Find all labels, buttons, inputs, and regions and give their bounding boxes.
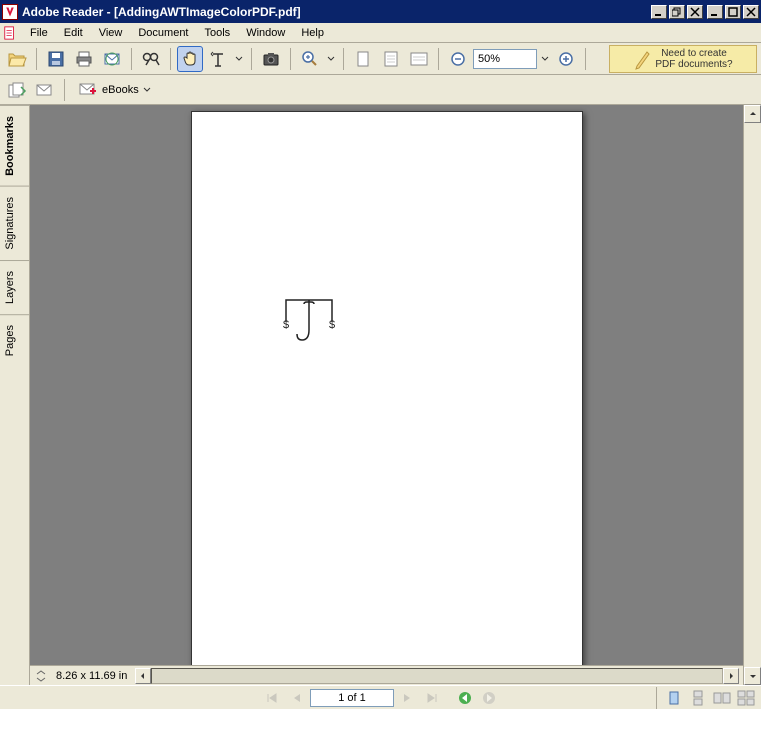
ebooks-button[interactable]: eBooks — [71, 78, 158, 102]
mdi-restore-button[interactable] — [669, 5, 685, 19]
select-dropdown[interactable] — [233, 56, 245, 62]
window-controls — [707, 5, 759, 19]
page-dimensions: 8.26 x 11.69 in — [48, 670, 135, 682]
menu-file[interactable]: File — [22, 25, 56, 41]
fit-page-button[interactable] — [378, 46, 404, 72]
zoom-in-button[interactable] — [297, 46, 323, 72]
prev-view-button[interactable] — [454, 688, 476, 708]
maximize-button[interactable] — [725, 5, 741, 19]
separator — [438, 48, 439, 70]
menu-edit[interactable]: Edit — [56, 25, 91, 41]
continuous-facing-button[interactable] — [735, 688, 757, 708]
document-viewport[interactable]: $ $ — [30, 105, 743, 665]
save-button[interactable] — [43, 46, 69, 72]
next-page-button[interactable] — [396, 688, 418, 708]
select-text-button[interactable] — [205, 46, 231, 72]
main-area: Bookmarks Signatures Layers Pages $ $ 8.… — [0, 105, 761, 685]
separator — [251, 48, 252, 70]
tab-layers[interactable]: Layers — [0, 260, 29, 314]
pencil-icon — [633, 48, 651, 70]
menubar: File Edit View Document Tools Window Hel… — [0, 23, 761, 43]
document-area: $ $ 8.26 x 11.69 in — [30, 105, 743, 685]
hscroll-track[interactable] — [151, 668, 723, 684]
separator — [656, 687, 657, 709]
separator — [64, 79, 65, 101]
titlebar: Adobe Reader - [AddingAWTImageColorPDF.p… — [0, 0, 761, 23]
vertical-scrollbar — [743, 105, 761, 685]
svg-text:$: $ — [328, 319, 334, 331]
menu-view[interactable]: View — [91, 25, 131, 41]
snapshot-button[interactable] — [258, 46, 284, 72]
page-nav-bar — [0, 685, 761, 709]
vscroll-track[interactable] — [744, 123, 761, 667]
tab-bookmarks[interactable]: Bookmarks — [0, 105, 29, 186]
hscroll-left-button[interactable] — [135, 668, 151, 684]
vscroll-down-button[interactable] — [744, 667, 761, 685]
window-title: Adobe Reader - [AddingAWTImageColorPDF.p… — [22, 5, 651, 19]
hscroll-right-button[interactable] — [723, 668, 739, 684]
menu-window[interactable]: Window — [238, 25, 293, 41]
zoom-in-plus-button[interactable] — [553, 46, 579, 72]
continuous-button[interactable] — [687, 688, 709, 708]
mdi-close-button[interactable] — [687, 5, 703, 19]
page-number-input[interactable] — [310, 689, 394, 707]
first-page-button[interactable] — [262, 688, 284, 708]
minimize-button[interactable] — [707, 5, 723, 19]
tab-signatures[interactable]: Signatures — [0, 186, 29, 260]
separator — [290, 48, 291, 70]
chevron-down-icon — [143, 87, 151, 93]
separator — [343, 48, 344, 70]
zoom-input[interactable] — [473, 49, 537, 69]
separator — [585, 48, 586, 70]
ebooks-icon — [78, 81, 98, 99]
print-button[interactable] — [71, 46, 97, 72]
prev-page-button[interactable] — [286, 688, 308, 708]
page: $ $ — [191, 111, 583, 665]
app-icon — [2, 4, 18, 20]
zoom-in-dropdown[interactable] — [325, 56, 337, 62]
single-page-button[interactable] — [663, 688, 685, 708]
zoom-value-dropdown[interactable] — [539, 56, 551, 62]
open-button[interactable] — [4, 46, 30, 72]
close-button[interactable] — [743, 5, 759, 19]
separator — [131, 48, 132, 70]
secondary-toolbar: eBooks — [0, 75, 761, 105]
ebooks-label: eBooks — [102, 84, 139, 96]
promo-line2: PDF documents? — [655, 59, 732, 70]
page-content-graphic: $ $ — [280, 296, 340, 346]
mdi-minimize-button[interactable] — [651, 5, 667, 19]
main-toolbar: Need to create PDF documents? — [0, 43, 761, 75]
menu-help[interactable]: Help — [293, 25, 332, 41]
review-envelope-button[interactable] — [32, 77, 58, 103]
mdi-window-controls — [651, 5, 703, 19]
email-button[interactable] — [99, 46, 125, 72]
fit-width-button[interactable] — [406, 46, 432, 72]
facing-button[interactable] — [711, 688, 733, 708]
menu-document[interactable]: Document — [130, 25, 196, 41]
actual-size-button[interactable] — [350, 46, 376, 72]
hand-tool-button[interactable] — [177, 46, 203, 72]
doc-icon — [2, 25, 18, 41]
review-history-button[interactable] — [4, 77, 30, 103]
tab-pages[interactable]: Pages — [0, 314, 29, 366]
next-view-button[interactable] — [478, 688, 500, 708]
vscroll-up-button[interactable] — [744, 105, 761, 123]
search-button[interactable] — [138, 46, 164, 72]
last-page-button[interactable] — [420, 688, 442, 708]
zoom-out-button[interactable] — [445, 46, 471, 72]
status-bar: 8.26 x 11.69 in — [30, 665, 743, 685]
navigation-pane: Bookmarks Signatures Layers Pages — [0, 105, 30, 685]
svg-text:$: $ — [282, 319, 288, 331]
separator — [36, 48, 37, 70]
promo-line1: Need to create — [655, 48, 732, 59]
menu-tools[interactable]: Tools — [197, 25, 239, 41]
grip-icon[interactable] — [34, 669, 48, 683]
promo-banner[interactable]: Need to create PDF documents? — [609, 45, 757, 73]
separator — [170, 48, 171, 70]
